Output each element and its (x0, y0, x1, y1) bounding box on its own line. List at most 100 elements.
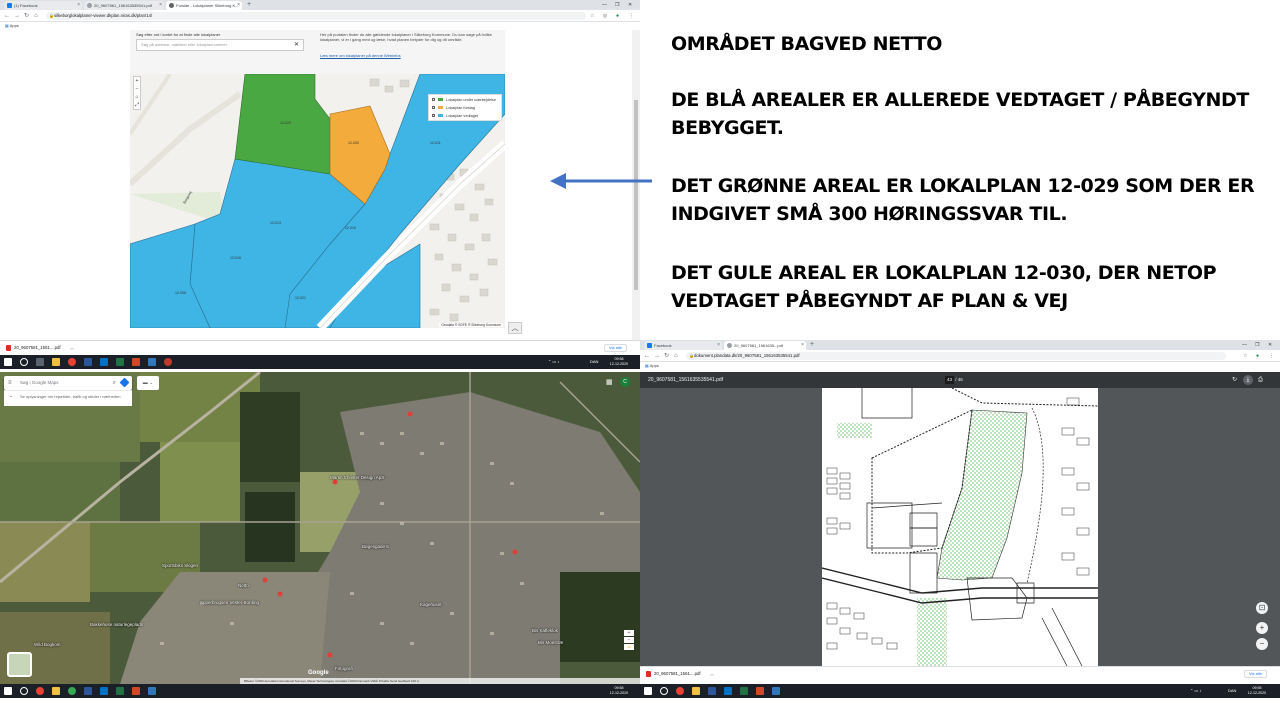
rotate-icon[interactable]: ↻ (1232, 372, 1237, 388)
zoom-in-button[interactable]: + (1256, 622, 1268, 634)
tab-lokalplaner[interactable]: Forside - Lokalplaner Silkeborg K... × (166, 1, 242, 10)
powerpoint-icon[interactable] (132, 687, 140, 695)
avatar[interactable]: ● (1256, 351, 1259, 361)
checkbox-icon[interactable] (432, 114, 435, 117)
place-label[interactable]: Kagehuset (420, 602, 442, 607)
tab-facebook[interactable]: (1) Facebook × (4, 1, 82, 10)
excel-icon[interactable] (116, 358, 124, 366)
chrome-icon[interactable] (676, 687, 684, 695)
show-all-button[interactable]: Vis alle (604, 344, 627, 352)
clock[interactable]: 09:58 12-12-2020 (602, 686, 636, 696)
task-view-icon[interactable] (36, 358, 44, 366)
search-icon[interactable] (660, 687, 668, 695)
download-item[interactable]: 20_9607581_1561....pdf ︿ (646, 670, 714, 678)
edge-icon[interactable] (148, 687, 156, 695)
show-all-button[interactable]: Vis alle (1244, 670, 1267, 678)
reload-icon[interactable]: ↻ (664, 351, 669, 361)
zoom-out-button[interactable]: − (1256, 638, 1268, 650)
tray-icons[interactable]: ⌃ ▭ ♪ (1190, 684, 1201, 698)
maximize-button[interactable]: ❐ (1255, 340, 1259, 350)
avatar[interactable]: C (620, 377, 630, 387)
clear-search-icon[interactable]: ✕ (294, 40, 299, 50)
search-icon[interactable] (20, 687, 28, 695)
chrome-icon[interactable] (68, 687, 76, 695)
scrollbar-thumb[interactable] (634, 100, 638, 290)
close-icon[interactable]: × (159, 1, 162, 10)
windows-start-icon[interactable] (4, 687, 12, 695)
place-label[interactable]: Martin Christer Design ApS (330, 475, 384, 480)
fullscreen-button[interactable]: ⤢ (134, 101, 140, 109)
zoom-out-button[interactable]: − (624, 637, 634, 643)
word-icon[interactable] (84, 358, 92, 366)
edge-icon[interactable] (148, 358, 156, 366)
maps-search-input[interactable]: ≡ Søg i Google Maps ⌕ (4, 376, 132, 390)
windows-start-icon[interactable] (4, 358, 12, 366)
app-icon[interactable] (164, 358, 172, 366)
place-label[interactable]: Bakkehuse naturlegeplads (90, 622, 143, 627)
url-field[interactable]: 🔒 dokument.plandata.dk/20_9607581_156163… (686, 352, 1226, 360)
layers-thumbnail[interactable] (7, 652, 32, 677)
minimize-button[interactable]: — (602, 0, 607, 10)
place-label[interactable]: Netto (238, 583, 249, 588)
download-item[interactable]: 20_9607581_1561....pdf ︿ (6, 344, 74, 352)
close-window-button[interactable]: ✕ (628, 0, 632, 10)
new-tab-button[interactable]: + (810, 340, 814, 350)
language-indicator[interactable]: DAN (1228, 684, 1236, 698)
zoom-out-button[interactable]: − (134, 85, 140, 93)
checkbox-icon[interactable] (432, 106, 435, 109)
fit-page-button[interactable]: ⊡ (1256, 602, 1268, 614)
powerpoint-icon[interactable] (756, 687, 764, 695)
explorer-icon[interactable] (692, 687, 700, 695)
minimize-button[interactable]: — (1242, 340, 1247, 350)
clock[interactable]: 09:58 12-12-2020 (602, 357, 636, 367)
directions-icon[interactable] (119, 377, 130, 388)
back-icon[interactable]: ← (644, 351, 650, 361)
explorer-icon[interactable] (52, 687, 60, 695)
clock[interactable]: 09:55 12-12-2020 (1240, 686, 1274, 696)
pegman-icon[interactable]: ☺ (624, 644, 634, 650)
apps-bookmark[interactable]: Apps (10, 23, 19, 28)
read-more-link[interactable]: Læs mere om lokalplaner på denne Webinfo… (320, 53, 401, 58)
word-icon[interactable] (84, 687, 92, 695)
home-icon[interactable]: ⌂ (34, 11, 38, 21)
word-icon[interactable] (708, 687, 716, 695)
lokalplan-map[interactable]: 12-029 12-030 12-011 12-013 12-019 12-01… (130, 74, 505, 328)
zoom-in-button[interactable]: + (134, 77, 140, 85)
home-extent-button[interactable]: ⌂ (134, 93, 140, 101)
download-icon[interactable]: ⤓ (1243, 375, 1253, 385)
collapse-button[interactable]: ︿ (508, 322, 522, 334)
forward-icon[interactable]: → (654, 351, 660, 361)
outlook-icon[interactable] (100, 687, 108, 695)
maximize-button[interactable]: ❐ (615, 0, 619, 10)
zoom-in-button[interactable]: + (624, 630, 634, 636)
chevron-up-icon[interactable]: ︿ (710, 671, 714, 676)
close-icon[interactable]: × (77, 1, 80, 10)
apps-grid-icon[interactable]: ▦ (606, 378, 613, 386)
excel-icon[interactable] (740, 687, 748, 695)
close-window-button[interactable]: ✕ (1268, 340, 1272, 350)
reload-icon[interactable]: ↻ (24, 11, 29, 21)
search-icon[interactable]: ⌕ (113, 376, 116, 390)
forward-icon[interactable]: → (14, 11, 20, 21)
explorer-icon[interactable] (52, 358, 60, 366)
tab-pdf[interactable]: 20_9607581_156163535541.pdf × (84, 1, 164, 10)
place-label[interactable]: Sportsbiks Skigen (162, 563, 198, 568)
outlook-icon[interactable] (100, 358, 108, 366)
edge-icon[interactable] (772, 687, 780, 695)
chrome-icon[interactable] (36, 687, 44, 695)
new-tab-button[interactable]: + (247, 0, 251, 10)
powerpoint-icon[interactable] (132, 358, 140, 366)
print-icon[interactable]: ⎙ (1258, 372, 1263, 388)
pdf-viewport[interactable]: ⊡ + − (640, 388, 1280, 666)
tab-pdf[interactable]: 20_9607581_1561635...pdf × (724, 341, 806, 350)
extension-icon[interactable]: ◎ (603, 11, 607, 21)
place-label[interactable]: Bis Kaffeklok (532, 628, 558, 633)
place-label[interactable]: Superbrugsen Vester Bording (200, 600, 259, 605)
place-label[interactable]: Fotografi (335, 666, 353, 671)
star-icon[interactable]: ☆ (1243, 351, 1247, 361)
checkbox-icon[interactable] (432, 98, 435, 101)
menu-icon[interactable]: ⋮ (1269, 351, 1274, 361)
menu-icon[interactable]: ⋮ (629, 11, 634, 21)
chevron-up-icon[interactable]: ︿ (70, 345, 74, 350)
close-icon[interactable]: × (801, 341, 804, 350)
